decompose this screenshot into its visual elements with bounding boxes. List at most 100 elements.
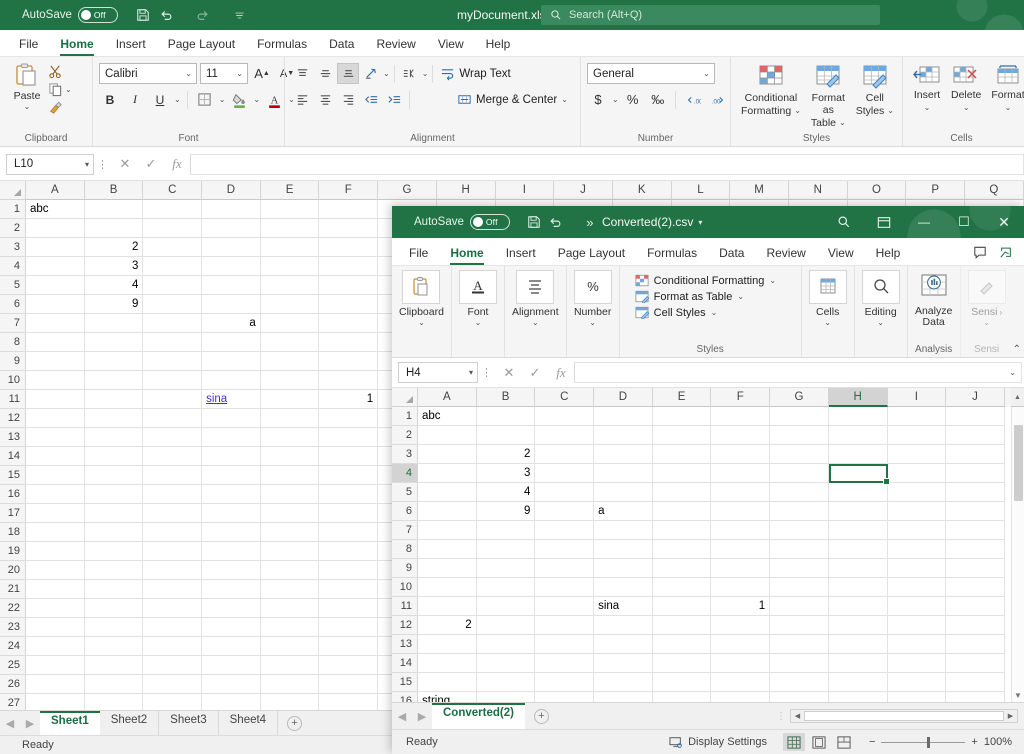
orientation-dropdown-icon[interactable]: ⌄ <box>383 69 390 78</box>
redo-dropdown-icon[interactable]: ⌄ <box>214 0 228 30</box>
row-header-15[interactable]: 15 <box>0 466 26 485</box>
minimize-button[interactable]: — <box>904 206 944 238</box>
column-header-A[interactable]: A <box>26 181 85 200</box>
cell-F1[interactable] <box>319 200 378 219</box>
number-group-chevron-icon[interactable]: ⌄ <box>589 318 596 327</box>
foreground-document-title-text[interactable]: Converted(2).csv <box>602 215 693 229</box>
cell-C7[interactable] <box>143 314 202 333</box>
cell-I5[interactable] <box>888 483 947 502</box>
cell-B2[interactable] <box>85 219 144 238</box>
foreground-excel-window[interactable]: AutoSave Off ⌄ » Converted(2).csv ▾ <box>392 206 1024 754</box>
increase-font-size-button[interactable]: A▲ <box>251 63 273 84</box>
row-header-16[interactable]: 16 <box>0 485 26 504</box>
cell-E14[interactable] <box>261 447 320 466</box>
cell-F7[interactable] <box>711 521 770 540</box>
cell-B18[interactable] <box>85 523 144 542</box>
foreground-cells[interactable]: abc2349asina12string125 <box>418 407 1024 730</box>
tab-insert[interactable]: Insert <box>105 34 157 56</box>
cell-G6[interactable] <box>770 502 829 521</box>
cell-C10[interactable] <box>535 578 594 597</box>
row-header-24[interactable]: 24 <box>0 637 26 656</box>
cell-C14[interactable] <box>535 654 594 673</box>
cell-I15[interactable] <box>888 673 947 692</box>
cell-D10[interactable] <box>202 371 261 390</box>
cell-F5[interactable] <box>319 276 378 295</box>
cell-F10[interactable] <box>319 371 378 390</box>
cell-D12[interactable] <box>594 616 653 635</box>
fg-autosave-toggle[interactable]: AutoSave Off <box>414 214 510 230</box>
cell-C7[interactable] <box>535 521 594 540</box>
cell-F4[interactable] <box>319 257 378 276</box>
cell-B23[interactable] <box>85 618 144 637</box>
indent-dropdown-icon[interactable]: ⌄ <box>422 69 429 78</box>
cut-button[interactable] <box>48 64 72 79</box>
cell-A14[interactable] <box>418 654 477 673</box>
cell-C26[interactable] <box>143 675 202 694</box>
cell-J15[interactable] <box>946 673 1005 692</box>
cell-A18[interactable] <box>26 523 85 542</box>
cell-A11[interactable] <box>418 597 477 616</box>
column-header-A[interactable]: A <box>418 388 477 407</box>
column-header-E[interactable]: E <box>653 388 712 407</box>
fg-add-sheet-button[interactable]: + <box>534 709 549 724</box>
cell-H9[interactable] <box>829 559 888 578</box>
column-header-H[interactable]: H <box>829 388 888 407</box>
cell-E2[interactable] <box>653 426 712 445</box>
comments-icon[interactable] <box>968 242 992 263</box>
insert-cells-dropdown-icon[interactable]: ⌄ <box>924 102 931 114</box>
row-header-3[interactable]: 3 <box>392 445 418 464</box>
cell-C10[interactable] <box>143 371 202 390</box>
page-break-view-button[interactable] <box>833 733 855 751</box>
cell-E18[interactable] <box>261 523 320 542</box>
cell-I11[interactable] <box>888 597 947 616</box>
cell-B25[interactable] <box>85 656 144 675</box>
cell-C2[interactable] <box>535 426 594 445</box>
cell-C23[interactable] <box>143 618 202 637</box>
cell-B4[interactable]: 3 <box>477 464 536 483</box>
cell-G12[interactable] <box>770 616 829 635</box>
row-header-8[interactable]: 8 <box>392 540 418 559</box>
cell-H15[interactable] <box>829 673 888 692</box>
paste-button[interactable]: Paste ⌄ <box>6 60 48 111</box>
cell-A1[interactable]: abc <box>418 407 477 426</box>
cell-B5[interactable]: 4 <box>85 276 144 295</box>
cell-A9[interactable] <box>418 559 477 578</box>
name-box-dropdown-icon[interactable]: ▾ <box>85 160 89 169</box>
fg-cell-styles-button[interactable]: Cell Styles ⌄ <box>635 306 786 319</box>
cell-I2[interactable] <box>888 426 947 445</box>
cell-E13[interactable] <box>653 635 712 654</box>
cell-J7[interactable] <box>946 521 1005 540</box>
orientation-button[interactable] <box>360 63 382 84</box>
row-header-6[interactable]: 6 <box>0 295 26 314</box>
fg-tab-page-layout[interactable]: Page Layout <box>547 243 636 265</box>
cell-E23[interactable] <box>261 618 320 637</box>
cell-G7[interactable] <box>770 521 829 540</box>
cell-B12[interactable] <box>477 616 536 635</box>
cell-F6[interactable] <box>711 502 770 521</box>
cell-J1[interactable] <box>946 407 1005 426</box>
horizontal-scroll-thumb[interactable] <box>804 711 1004 721</box>
cell-A24[interactable] <box>26 637 85 656</box>
cell-A4[interactable] <box>26 257 85 276</box>
cell-D18[interactable] <box>202 523 261 542</box>
cell-C8[interactable] <box>143 333 202 352</box>
cell-E10[interactable] <box>261 371 320 390</box>
cell-B8[interactable] <box>477 540 536 559</box>
cell-F10[interactable] <box>711 578 770 597</box>
cell-A3[interactable] <box>26 238 85 257</box>
cell-G8[interactable] <box>770 540 829 559</box>
fg-name-box-dropdown-icon[interactable]: ▾ <box>469 368 473 377</box>
format-as-table-button[interactable]: Format as Table ⌄ <box>807 62 850 131</box>
cell-F1[interactable] <box>711 407 770 426</box>
delete-cells-dropdown-icon[interactable]: ⌄ <box>963 102 970 114</box>
cell-E15[interactable] <box>261 466 320 485</box>
cell-I13[interactable] <box>888 635 947 654</box>
cell-J6[interactable] <box>946 502 1005 521</box>
cell-A2[interactable] <box>418 426 477 445</box>
row-header-8[interactable]: 8 <box>0 333 26 352</box>
collapsed-group-font[interactable]: A Font ⌄ <box>451 266 504 357</box>
cell-D12[interactable] <box>202 409 261 428</box>
cell-F3[interactable] <box>711 445 770 464</box>
cell-B14[interactable] <box>85 447 144 466</box>
cell-E3[interactable] <box>653 445 712 464</box>
